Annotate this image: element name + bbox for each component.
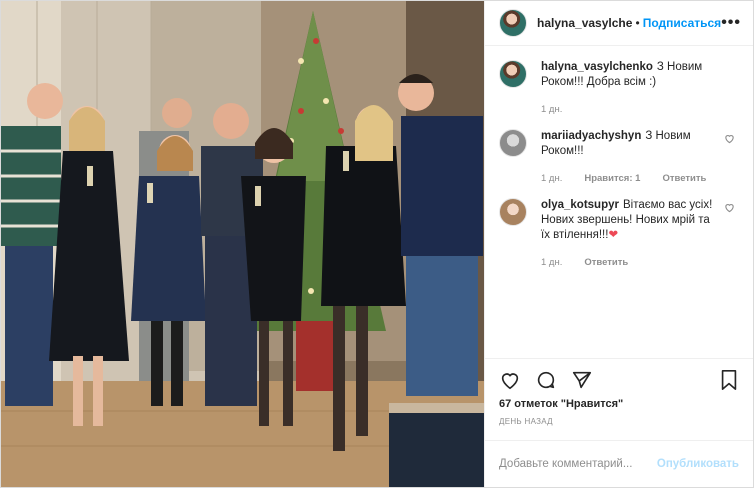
post-sidebar: halyna_vasylchenko • Подписаться ••• hal… <box>484 1 753 487</box>
comment-input[interactable]: Добавьте комментарий... <box>499 458 632 470</box>
commenter-username[interactable]: mariiadyachyshyn <box>541 130 641 142</box>
author-avatar[interactable] <box>499 9 527 37</box>
comment-time[interactable]: 1 дн. <box>541 171 562 186</box>
instagram-post-modal: halyna_vasylchenko • Подписаться ••• hal… <box>0 0 754 488</box>
post-timestamp[interactable]: ДЕНЬ НАЗАД <box>499 417 739 426</box>
commenter-username[interactable]: halyna_vasylchenko <box>541 61 653 73</box>
commenter-username[interactable]: olya_kotsupyr <box>541 199 619 211</box>
commenter-avatar[interactable] <box>499 129 527 157</box>
like-comment-heart-icon[interactable] <box>724 133 735 144</box>
comment-time[interactable]: 1 дн. <box>541 255 562 270</box>
group-photo-illustration <box>1 1 484 487</box>
comment-likes[interactable]: Нравится: 1 <box>584 171 640 186</box>
like-comment-heart-icon[interactable] <box>724 202 735 213</box>
bookmark-icon[interactable] <box>719 369 739 391</box>
add-comment-bar: Добавьте комментарий... Опубликовать <box>485 440 753 487</box>
separator-dot: • <box>635 16 640 30</box>
commenter-avatar[interactable] <box>499 198 527 226</box>
comment-item: olya_kotsupyr Вітаємо вас усіх! Нових зве… <box>499 198 739 270</box>
comments-list: halyna_vasylchenko З Новим Роком!!! Добра… <box>485 46 753 358</box>
reply-button[interactable]: Ответить <box>584 255 628 270</box>
likes-count[interactable]: 67 отметок "Нравится" <box>499 398 739 410</box>
share-send-icon[interactable] <box>571 369 593 391</box>
publish-button[interactable]: Опубликовать <box>657 458 739 470</box>
comment-bubble-icon[interactable] <box>535 369 557 391</box>
more-icon[interactable]: ••• <box>721 14 741 32</box>
post-header: halyna_vasylchenko • Подписаться ••• <box>485 1 753 46</box>
like-heart-icon[interactable] <box>499 369 521 391</box>
reply-button[interactable]: Ответить <box>662 171 706 186</box>
post-actions: 67 отметок "Нравится" ДЕНЬ НАЗАД <box>485 358 753 426</box>
comment-item: mariiadyachyshyn З Новим Роком!!! 1 дн. Н… <box>499 129 739 186</box>
comment-time[interactable]: 1 дн. <box>541 102 562 117</box>
commenter-avatar[interactable] <box>499 60 527 88</box>
follow-button[interactable]: Подписаться <box>643 16 721 30</box>
author-username[interactable]: halyna_vasylchenko <box>537 16 633 30</box>
red-heart-emoji-icon: ❤ <box>608 229 619 241</box>
post-photo[interactable] <box>1 1 484 487</box>
comment-item: halyna_vasylchenko З Новим Роком!!! Добра… <box>499 60 739 117</box>
